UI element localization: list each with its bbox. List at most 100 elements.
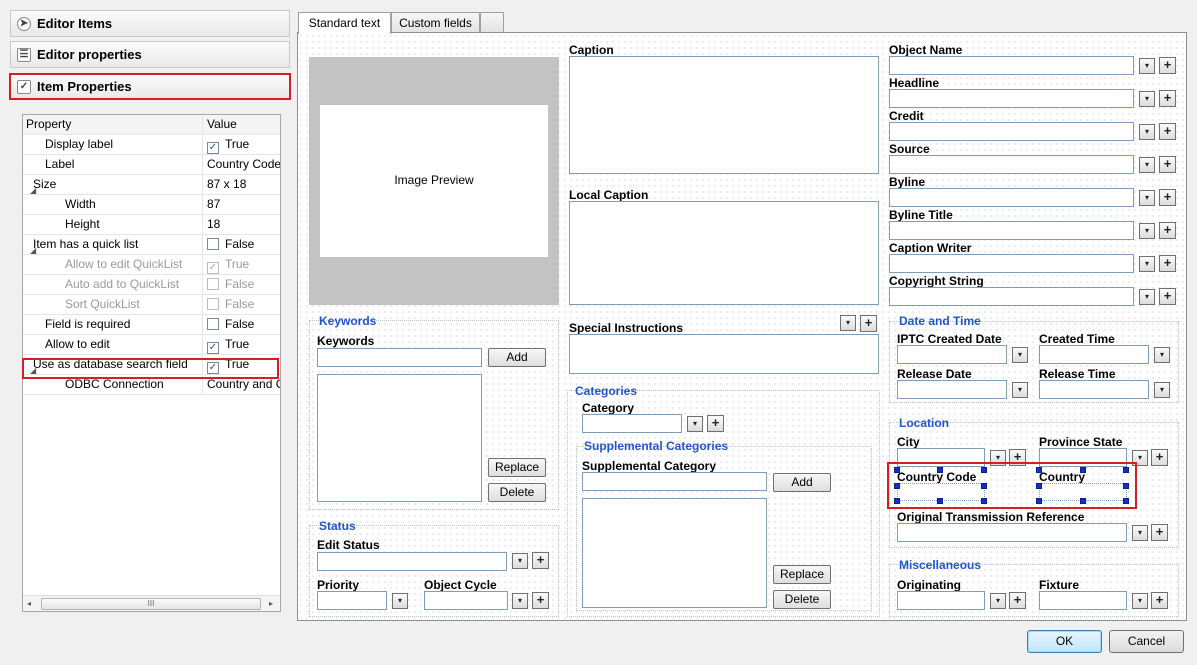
checked-checkbox-icon[interactable]: ✓ [207, 262, 219, 274]
keywords-delete-button[interactable]: Delete [488, 483, 546, 502]
column-header-property[interactable]: Property [23, 115, 203, 135]
iptc-created-date-dropdown-icon[interactable]: ▾ [1012, 347, 1028, 363]
caption-writer-dropdown-icon[interactable]: ▾ [1139, 256, 1155, 272]
property-row[interactable]: Field is required False [23, 315, 280, 335]
property-value[interactable]: False [204, 295, 280, 315]
supplemental-add-button[interactable]: Add [773, 473, 831, 492]
edit-status-add-icon[interactable]: + [532, 552, 549, 569]
special-instructions-textarea[interactable] [569, 334, 879, 374]
caption-textarea[interactable] [569, 56, 879, 174]
property-row[interactable]: Display label ✓ True [23, 135, 280, 155]
property-value[interactable]: 18 [204, 215, 280, 235]
iptc-created-date-input[interactable] [897, 345, 1007, 364]
category-input[interactable] [582, 414, 682, 433]
tab-empty[interactable] [480, 12, 504, 33]
object-cycle-dropdown-icon[interactable]: ▾ [512, 593, 528, 609]
property-row[interactable]: ◢ Item has a quick list False [23, 235, 280, 255]
fixture-input[interactable] [1039, 591, 1127, 610]
priority-dropdown-icon[interactable]: ▾ [392, 593, 408, 609]
fixture-add-icon[interactable]: + [1151, 592, 1168, 609]
horizontal-scrollbar[interactable]: ◂ III ▸ [23, 595, 280, 611]
editor-properties-header[interactable]: ☰ Editor properties [10, 41, 290, 68]
otr-add-icon[interactable]: + [1151, 524, 1168, 541]
originating-add-icon[interactable]: + [1009, 592, 1026, 609]
object-cycle-add-icon[interactable]: + [532, 592, 549, 609]
object-cycle-input[interactable] [424, 591, 508, 610]
property-value[interactable]: ✓ True [204, 255, 280, 275]
tab-custom-fields[interactable]: Custom fields [391, 12, 480, 33]
copyright-string-input[interactable] [889, 287, 1134, 306]
scroll-thumb[interactable]: III [41, 598, 261, 610]
keywords-add-button[interactable]: Add [488, 348, 546, 367]
object-name-add-icon[interactable]: + [1159, 57, 1176, 74]
source-dropdown-icon[interactable]: ▾ [1139, 157, 1155, 173]
keywords-list[interactable] [317, 374, 482, 502]
unchecked-checkbox-icon[interactable] [207, 298, 219, 310]
property-value[interactable]: ✓ True [204, 335, 280, 355]
supplemental-category-input[interactable] [582, 472, 767, 491]
keywords-replace-button[interactable]: Replace [488, 458, 546, 477]
originating-input[interactable] [897, 591, 985, 610]
tab-standard-text[interactable]: Standard text [298, 12, 391, 34]
credit-add-icon[interactable]: + [1159, 123, 1176, 140]
fixture-dropdown-icon[interactable]: ▾ [1132, 593, 1148, 609]
cancel-button[interactable]: Cancel [1109, 630, 1184, 653]
caption-writer-input[interactable] [889, 254, 1134, 273]
created-time-dropdown-icon[interactable]: ▾ [1154, 347, 1170, 363]
edit-status-input[interactable] [317, 552, 507, 571]
byline-input[interactable] [889, 188, 1134, 207]
originating-dropdown-icon[interactable]: ▾ [990, 593, 1006, 609]
checked-checkbox-icon[interactable]: ✓ [207, 142, 219, 154]
property-value[interactable]: False [204, 235, 280, 255]
special-instructions-dropdown-icon[interactable]: ▾ [840, 315, 856, 331]
property-value[interactable]: 87 [204, 195, 280, 215]
unchecked-checkbox-icon[interactable] [207, 238, 219, 250]
item-properties-header[interactable]: ✓ Item Properties [9, 73, 291, 100]
credit-input[interactable] [889, 122, 1134, 141]
property-value[interactable]: Country Code [204, 155, 280, 175]
headline-add-icon[interactable]: + [1159, 90, 1176, 107]
byline-title-add-icon[interactable]: + [1159, 222, 1176, 239]
property-row[interactable]: Label Country Code [23, 155, 280, 175]
expand-toggle-icon[interactable]: ◢ [30, 181, 36, 195]
original-transmission-reference-input[interactable] [897, 523, 1127, 542]
release-time-input[interactable] [1039, 380, 1149, 399]
property-row[interactable]: ◢ Size 87 x 18 [23, 175, 280, 195]
edit-status-dropdown-icon[interactable]: ▾ [512, 553, 528, 569]
special-instructions-add-icon[interactable]: + [860, 315, 877, 332]
property-value[interactable]: False [204, 315, 280, 335]
byline-title-input[interactable] [889, 221, 1134, 240]
property-value[interactable]: ✓ True [204, 135, 280, 155]
property-row[interactable]: Allow to edit ✓ True [23, 335, 280, 355]
property-row[interactable]: Allow to edit QuickList ✓ True [23, 255, 280, 275]
local-caption-textarea[interactable] [569, 201, 879, 305]
category-add-icon[interactable]: + [707, 415, 724, 432]
object-name-dropdown-icon[interactable]: ▾ [1139, 58, 1155, 74]
property-value[interactable]: False [204, 275, 280, 295]
supplemental-replace-button[interactable]: Replace [773, 565, 831, 584]
checked-checkbox-icon[interactable]: ✓ [207, 342, 219, 354]
created-time-input[interactable] [1039, 345, 1149, 364]
property-row[interactable]: Auto add to QuickList False [23, 275, 280, 295]
copyright-string-add-icon[interactable]: + [1159, 288, 1176, 305]
supplemental-categories-list[interactable] [582, 498, 767, 608]
expand-toggle-icon[interactable]: ◢ [30, 241, 36, 255]
credit-dropdown-icon[interactable]: ▾ [1139, 124, 1155, 140]
headline-input[interactable] [889, 89, 1134, 108]
byline-title-dropdown-icon[interactable]: ▾ [1139, 223, 1155, 239]
release-date-input[interactable] [897, 380, 1007, 399]
editor-items-header[interactable]: ➤ Editor Items [10, 10, 290, 37]
unchecked-checkbox-icon[interactable] [207, 278, 219, 290]
priority-input[interactable] [317, 591, 387, 610]
scroll-right-icon[interactable]: ▸ [269, 599, 273, 608]
headline-dropdown-icon[interactable]: ▾ [1139, 91, 1155, 107]
source-add-icon[interactable]: + [1159, 156, 1176, 173]
category-dropdown-icon[interactable]: ▾ [687, 416, 703, 432]
caption-writer-add-icon[interactable]: + [1159, 255, 1176, 272]
property-row[interactable]: Sort QuickList False [23, 295, 280, 315]
unchecked-checkbox-icon[interactable] [207, 318, 219, 330]
byline-add-icon[interactable]: + [1159, 189, 1176, 206]
property-row[interactable]: Width 87 [23, 195, 280, 215]
object-name-input[interactable] [889, 56, 1134, 75]
province-state-add-icon[interactable]: + [1151, 449, 1168, 466]
